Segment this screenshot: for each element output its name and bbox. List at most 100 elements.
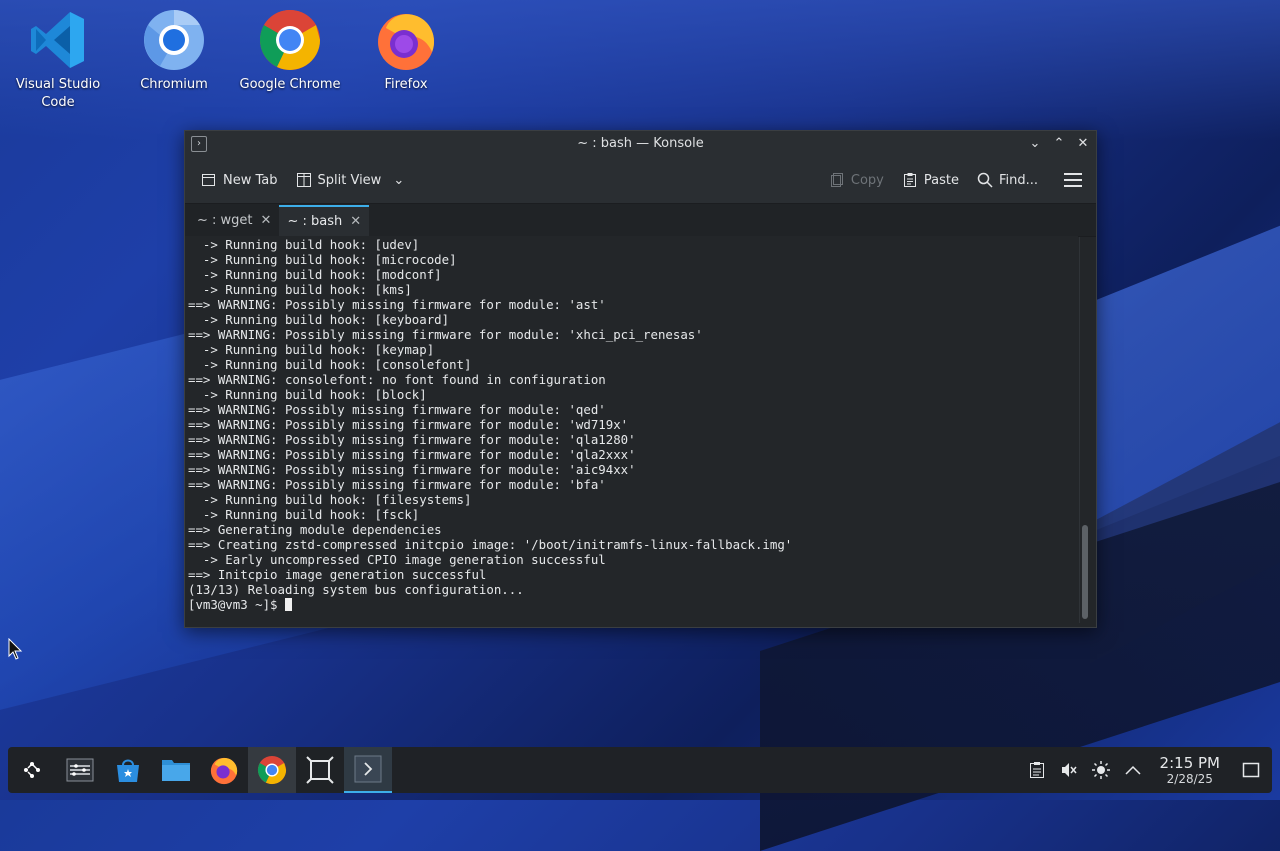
tab-bash[interactable]: ~ : bash ✕ (279, 205, 370, 236)
split-view-icon (296, 173, 311, 187)
terminal-line: ==> WARNING: Possibly missing firmware f… (188, 417, 629, 432)
discover-icon (117, 759, 139, 782)
terminal-line: -> Running build hook: [udev] (188, 237, 420, 252)
clock[interactable]: 2:15 PM 2/28/25 (1160, 754, 1220, 786)
clipboard-icon[interactable] (1028, 761, 1046, 779)
window-manager-icon (306, 756, 334, 784)
volume-muted-icon[interactable] (1060, 761, 1078, 779)
terminal-line: ==> Initcpio image generation successful (188, 567, 487, 582)
chrome-icon (257, 755, 287, 785)
window-titlebar[interactable]: › ~ : bash — Konsole ⌄ ⌃ ✕ (185, 131, 1096, 157)
terminal-line: ==> WARNING: consolefont: no font found … (188, 372, 606, 387)
desktop-icon-label: Visual Studio Code (15, 77, 101, 110)
hamburger-menu-icon[interactable] (1064, 173, 1082, 187)
search-icon (977, 172, 993, 188)
taskbar: 2:15 PM 2/28/25 (8, 747, 1272, 793)
file-manager-icon (162, 760, 190, 781)
desktop-icon-label: Firefox (384, 77, 428, 92)
konsole-window[interactable]: › ~ : bash — Konsole ⌄ ⌃ ✕ New Tab Split… (184, 130, 1097, 628)
firefox-taskbar-button[interactable] (200, 747, 248, 793)
terminal-line: (13/13) Reloading system bus configurati… (188, 582, 524, 597)
new-tab-icon (202, 174, 215, 186)
terminal-line: -> Running build hook: [keymap] (188, 342, 435, 357)
terminal-line: ==> WARNING: Possibly missing firmware f… (188, 327, 703, 342)
desktop-icon-label: Google Chrome (239, 77, 341, 92)
terminal-app-icon[interactable]: › (191, 136, 207, 152)
terminal-line: -> Running build hook: [keyboard] (188, 312, 450, 327)
terminal-line: ==> Creating zstd-compressed initcpio im… (188, 537, 793, 552)
terminal-line: ==> WARNING: Possibly missing firmware f… (188, 432, 636, 447)
file-manager-button[interactable] (152, 747, 200, 793)
chromium-icon (142, 8, 206, 72)
chrome-icon (258, 8, 322, 72)
terminal-output[interactable]: -> Running build hook: [udev] -> Running… (185, 236, 1078, 627)
konsole-taskbar-button[interactable] (344, 747, 392, 793)
terminal-line: ==> WARNING: Possibly missing firmware f… (188, 402, 606, 417)
tab-wget[interactable]: ~ : wget ✕ (189, 205, 279, 236)
chevron-up-icon[interactable] (1124, 761, 1142, 779)
clock-date: 2/28/25 (1166, 772, 1213, 786)
konsole-icon (354, 755, 382, 783)
konsole-toolbar: New Tab Split View ⌄ Copy Paste Find... (185, 157, 1096, 203)
tab-label: ~ : bash (287, 214, 343, 229)
vscode-icon (26, 8, 90, 72)
find-button[interactable]: Find... (971, 168, 1044, 192)
close-tab-icon[interactable]: ✕ (350, 214, 361, 229)
terminal-line: ==> WARNING: Possibly missing firmware f… (188, 477, 606, 492)
terminal-line: -> Running build hook: [modconf] (188, 267, 442, 282)
close-icon[interactable]: ✕ (1076, 131, 1090, 157)
app-launcher-icon (24, 762, 40, 778)
new-tab-label: New Tab (223, 172, 278, 188)
desktop-icon-vscode[interactable]: Visual Studio Code (2, 8, 114, 112)
minimize-icon[interactable]: ⌄ (1028, 131, 1042, 157)
show-desktop-icon[interactable] (1242, 761, 1260, 779)
overview-button[interactable] (56, 747, 104, 793)
mouse-pointer-icon (8, 638, 23, 660)
terminal-line: -> Running build hook: [microcode] (188, 252, 457, 267)
terminal-line: -> Running build hook: [fsck] (188, 507, 420, 522)
terminal-line: ==> WARNING: Possibly missing firmware f… (188, 447, 636, 462)
maximize-icon[interactable]: ⌃ (1052, 131, 1066, 157)
copy-icon (830, 173, 843, 187)
overview-icon (66, 758, 94, 782)
new-tab-button[interactable]: New Tab (195, 168, 284, 192)
terminal-scrollbar[interactable] (1079, 237, 1090, 623)
terminal-line: ==> Generating module dependencies (188, 522, 442, 537)
desktop-icon-firefox[interactable]: Firefox (350, 8, 462, 94)
terminal-line: -> Running build hook: [kms] (188, 282, 412, 297)
terminal-cursor (284, 598, 292, 611)
paste-label: Paste (923, 172, 959, 188)
terminal-line: -> Running build hook: [consolefont] (188, 357, 472, 372)
desktop-icon-label: Chromium (140, 77, 208, 92)
desktop-icon-chromium[interactable]: Chromium (118, 8, 230, 94)
clock-time: 2:15 PM (1159, 754, 1220, 772)
window-manager-button[interactable] (296, 747, 344, 793)
system-tray: 2:15 PM 2/28/25 (1028, 754, 1260, 786)
desktop-icon-chrome[interactable]: Google Chrome (234, 8, 346, 94)
firefox-icon (374, 8, 438, 72)
app-launcher-button[interactable] (8, 747, 56, 793)
chrome-taskbar-button[interactable] (248, 747, 296, 793)
window-title: ~ : bash — Konsole (577, 136, 704, 151)
paste-button[interactable]: Paste (896, 168, 965, 192)
tab-label: ~ : wget (197, 213, 253, 228)
firefox-icon (210, 757, 238, 785)
split-view-label: Split View (317, 172, 382, 188)
close-tab-icon[interactable]: ✕ (261, 213, 272, 228)
tab-bar: ~ : wget ✕ ~ : bash ✕ (185, 203, 1096, 237)
paste-icon (903, 173, 916, 187)
terminal-line: -> Running build hook: [block] (188, 387, 427, 402)
terminal-line: ==> WARNING: Possibly missing firmware f… (188, 297, 606, 312)
split-view-button[interactable]: Split View ⌄ (290, 168, 411, 192)
terminal-prompt: [vm3@vm3 ~]$ (188, 597, 285, 612)
terminal-line: -> Early uncompressed CPIO image generat… (188, 552, 606, 567)
brightness-icon[interactable] (1091, 761, 1110, 779)
chevron-down-icon[interactable]: ⌄ (393, 173, 404, 188)
terminal-prompt-line[interactable]: [vm3@vm3 ~]$ (188, 597, 1078, 612)
terminal-line: ==> WARNING: Possibly missing firmware f… (188, 462, 636, 477)
terminal-line: -> Running build hook: [filesystems] (188, 492, 472, 507)
scrollbar-thumb[interactable] (1082, 525, 1088, 619)
discover-button[interactable] (104, 747, 152, 793)
copy-button[interactable]: Copy (823, 168, 890, 192)
copy-label: Copy (850, 172, 884, 188)
